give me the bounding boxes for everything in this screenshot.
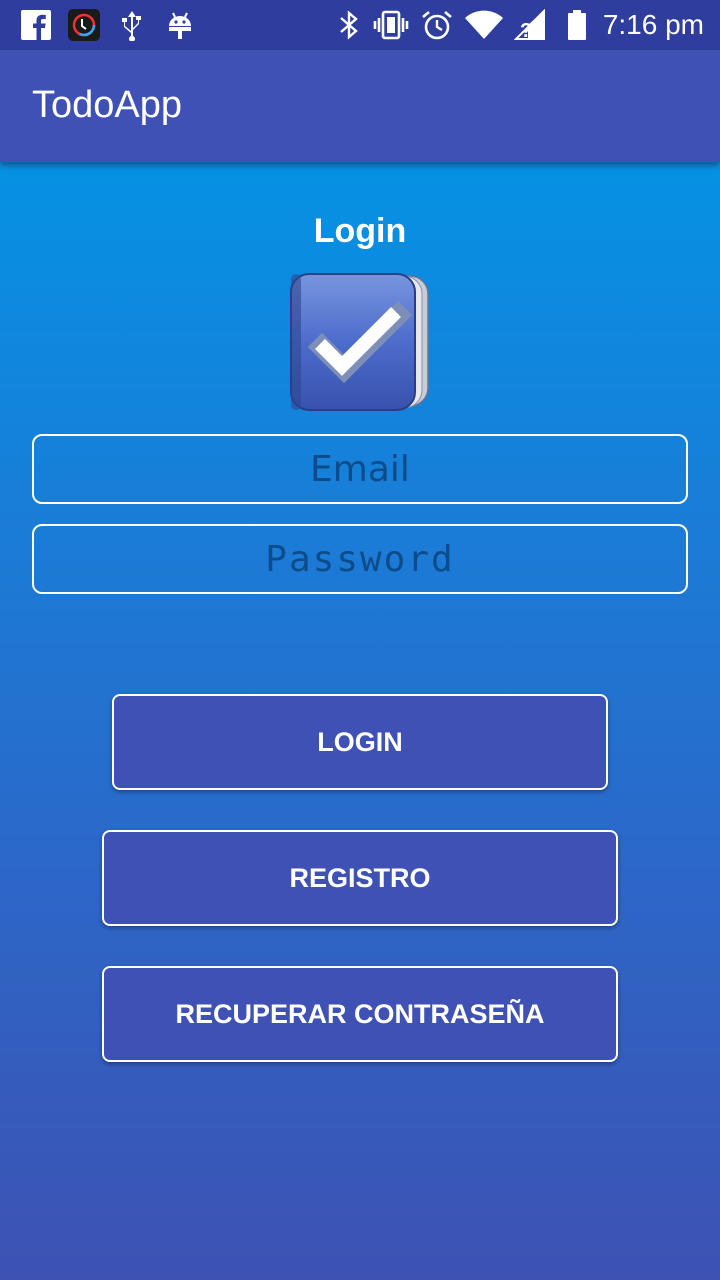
facebook-icon <box>20 9 52 41</box>
signal-icon: ? <box>514 9 548 41</box>
app-title: TodoApp <box>32 84 183 126</box>
status-bar: ? 7:16 pm <box>0 0 720 50</box>
status-time: 7:16 pm <box>602 9 704 40</box>
wifi-icon <box>464 9 504 41</box>
app-icon <box>68 9 100 41</box>
bluetooth-icon <box>336 9 362 41</box>
email-field[interactable] <box>32 434 688 504</box>
alarm-icon <box>420 9 454 41</box>
checkmark-book-icon <box>290 272 430 412</box>
vibrate-icon <box>372 9 410 41</box>
battery-icon <box>566 9 588 41</box>
svg-text:?: ? <box>520 20 532 41</box>
recover-password-button[interactable]: RECUPERAR CONTRASEÑA <box>102 966 618 1062</box>
app-bar: TodoApp <box>0 50 720 162</box>
password-field[interactable] <box>32 524 688 594</box>
android-icon <box>166 9 194 41</box>
login-screen: Login LOGIN REGISTRO RECUPERAR CONTRAS <box>0 162 720 1280</box>
login-heading: Login <box>313 212 407 250</box>
usb-icon <box>118 9 146 41</box>
login-button[interactable]: LOGIN <box>112 694 608 790</box>
register-button[interactable]: REGISTRO <box>102 830 618 926</box>
